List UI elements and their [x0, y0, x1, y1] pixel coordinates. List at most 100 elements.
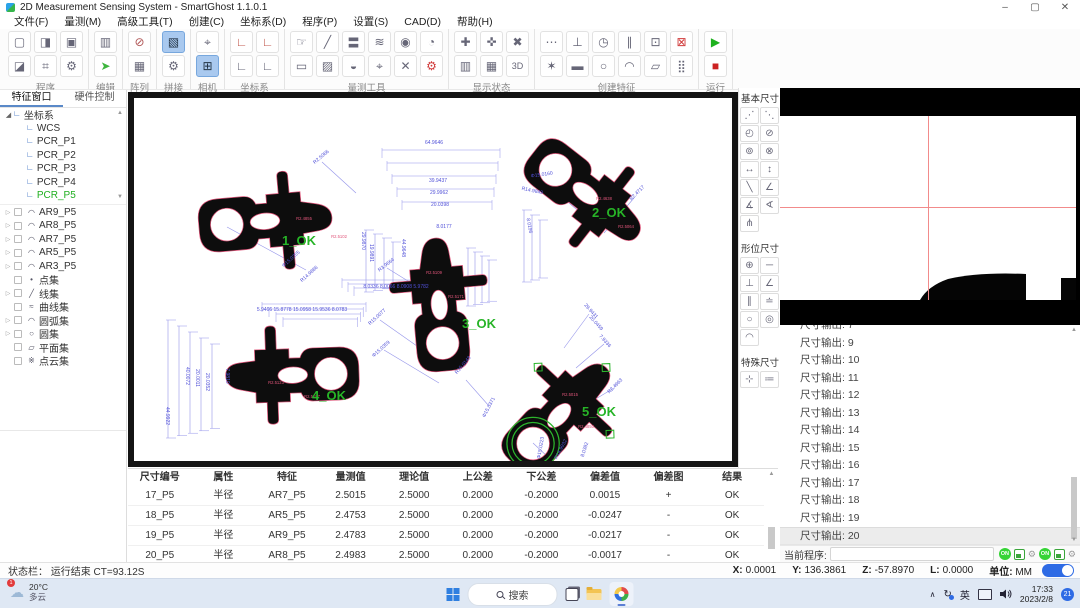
expand-icon[interactable]: ▷ — [4, 249, 12, 256]
menu-item-创建[interactable]: 创建(C) — [181, 15, 233, 29]
maximize-button[interactable]: ▢ — [1020, 0, 1050, 15]
save-program-icon[interactable]: ▣ — [60, 31, 83, 53]
gauge-tool-icon[interactable]: ◒ — [342, 55, 365, 77]
notification-badge[interactable]: 21 — [1061, 588, 1074, 601]
smartghost-taskbar-icon[interactable] — [610, 582, 634, 606]
special-dim-width-icon[interactable]: ⊹ — [740, 371, 759, 388]
tab-feature-window[interactable]: 特征窗口 — [0, 90, 63, 107]
tab-hardware-control[interactable]: 硬件控制 — [63, 90, 126, 107]
program-manager-icon[interactable]: ⚙ — [60, 55, 83, 77]
set-item-点集[interactable]: •点集 — [0, 273, 126, 287]
image-save-icon[interactable] — [1014, 549, 1025, 560]
tree-item-PCR_P1[interactable]: ∟PCR_P1 — [0, 135, 126, 149]
find-center-tool-icon[interactable]: ⌖ — [368, 55, 391, 77]
build-coord-4-icon[interactable]: ∟ — [256, 55, 279, 77]
cad-canvas[interactable]: 64.964639.943729.996220.03988.0177R2.506… — [134, 98, 732, 461]
dim-vertical-icon[interactable]: ↕ — [760, 161, 779, 178]
task-view-button[interactable] — [566, 588, 579, 601]
expand-icon[interactable]: ▷ — [4, 330, 12, 337]
tree-item-WCS[interactable]: ∟WCS — [0, 122, 126, 136]
column-header-上公差[interactable]: 上公差 — [446, 469, 510, 486]
open-program-icon[interactable]: ◨ — [34, 31, 57, 53]
gdt-straightness-icon[interactable]: ─ — [760, 257, 779, 274]
visibility-checkbox[interactable] — [14, 289, 22, 297]
column-header-量测值[interactable]: 量测值 — [319, 469, 383, 486]
array-cancel-icon[interactable]: ⊘ — [128, 31, 151, 53]
scrollbar-thumb[interactable] — [768, 527, 775, 549]
select-region-icon[interactable]: ⌗ — [34, 55, 57, 77]
output-item[interactable]: 尺寸输出: 13 — [780, 405, 1080, 423]
3d-display-icon[interactable]: 3D — [506, 55, 529, 77]
gear-icon-2[interactable]: ⚙ — [1068, 549, 1076, 560]
visibility-checkbox[interactable] — [14, 235, 22, 243]
create-point-series-icon[interactable]: ⋯ — [540, 31, 563, 53]
menu-item-文件[interactable]: 文件(F) — [6, 15, 56, 29]
tree-item-PCR_P4[interactable]: ∟PCR_P4 — [0, 176, 126, 190]
parallel-tool-icon[interactable]: 〓 — [342, 31, 365, 53]
set-item-曲线集[interactable]: ≈曲线集 — [0, 300, 126, 314]
tree-scroll-up-icon[interactable]: ▲ — [117, 110, 123, 116]
create-line-icon[interactable]: ▬ — [566, 55, 589, 77]
tree-item-PCR_P5[interactable]: ∟PCR_P5 — [0, 189, 126, 203]
camera-focus-icon[interactable]: ⌖ — [196, 31, 219, 53]
menu-item-量测[interactable]: 量测(M) — [56, 15, 109, 29]
rect-tool-icon[interactable]: ▭ — [290, 55, 313, 77]
dim-circle-slash-icon[interactable]: ⊘ — [760, 125, 779, 142]
hatch-tool-icon[interactable]: ▨ — [316, 55, 339, 77]
create-pointcloud-icon[interactable]: ⣿ — [670, 55, 693, 77]
taskbar-clock[interactable]: 17:33 2023/2/8 — [1020, 584, 1053, 604]
dim-point-point-icon[interactable]: ⋰ — [740, 107, 759, 124]
tree-item-PCR_P3[interactable]: ∟PCR_P3 — [0, 162, 126, 176]
dim-angle-2-icon[interactable]: ∡ — [740, 197, 759, 214]
create-arc-icon[interactable]: ◠ — [618, 55, 641, 77]
edit-program-icon[interactable]: ◪ — [8, 55, 31, 77]
dim-circle-line-icon[interactable]: ⊚ — [740, 143, 759, 160]
set-item-圆弧集[interactable]: ▷◠圆弧集 — [0, 314, 126, 328]
stitch-settings-icon[interactable]: ⚙ — [162, 55, 185, 77]
menu-item-坐标系[interactable]: 坐标系(D) — [232, 15, 294, 29]
column-header-结果[interactable]: 结果 — [700, 469, 764, 486]
build-coord-1-icon[interactable]: ∟ — [230, 31, 253, 53]
output-item[interactable]: 尺寸输出: 10 — [780, 352, 1080, 370]
close-button[interactable]: ✕ — [1050, 0, 1080, 15]
visibility-checkbox[interactable] — [14, 276, 22, 284]
table-row[interactable]: 18_P5半径AR5_P52.47532.50000.2000-0.2000-0… — [128, 506, 764, 526]
menu-item-高级工具[interactable]: 高级工具(T) — [109, 15, 180, 29]
scroll-up-icon[interactable]: ▲ — [1070, 327, 1078, 333]
column-header-下公差[interactable]: 下公差 — [510, 469, 574, 486]
output-item[interactable]: 尺寸输出: 15 — [780, 440, 1080, 458]
wrench-tool-icon[interactable]: ✕ — [394, 55, 417, 77]
set-item-点云集[interactable]: ※点云集 — [0, 354, 126, 368]
table-row[interactable]: 20_P5半径AR8_P52.49832.50000.2000-0.2000-0… — [128, 546, 764, 562]
visibility-checkbox[interactable] — [14, 330, 22, 338]
create-rect-feature-icon[interactable]: ⊡ — [644, 31, 667, 53]
table-scrollbar[interactable]: ▲ — [767, 471, 776, 561]
output-item[interactable]: 尺寸输出: 7 — [780, 325, 1080, 335]
visibility-checkbox[interactable] — [14, 249, 22, 257]
toggle-on-2[interactable]: ON — [1039, 548, 1051, 560]
dim-pitch-icon[interactable]: ⋔ — [740, 215, 759, 232]
menu-item-帮助[interactable]: 帮助(H) — [449, 15, 501, 29]
set-item-平面集[interactable]: ▱平面集 — [0, 341, 126, 355]
camera-grid-icon[interactable]: ⊞ — [196, 55, 219, 77]
output-item[interactable]: 尺寸输出: 12 — [780, 387, 1080, 405]
output-item[interactable]: 尺寸输出: 14 — [780, 422, 1080, 440]
set-item-AR5_P5[interactable]: ▷◠AR5_P5 — [0, 246, 126, 260]
expand-icon[interactable]: ▷ — [4, 236, 12, 243]
tray-chevron-up-icon[interactable]: ∧ — [930, 590, 936, 599]
create-scan-point-icon[interactable]: ✶ — [540, 55, 563, 77]
visibility-checkbox[interactable] — [14, 303, 22, 311]
output-item[interactable]: 尺寸输出: 9 — [780, 335, 1080, 353]
expand-icon[interactable]: ▷ — [4, 222, 12, 229]
column-header-尺寸编号[interactable]: 尺寸编号 — [128, 469, 192, 486]
tool-settings-icon[interactable]: ⚙ — [420, 55, 443, 77]
line-tool-icon[interactable]: ╱ — [316, 31, 339, 53]
table-row[interactable]: 17_P5半径AR7_P52.50152.50000.2000-0.20000.… — [128, 486, 764, 506]
output-item[interactable]: 尺寸输出: 11 — [780, 370, 1080, 388]
toggle-on-1[interactable]: ON — [999, 548, 1011, 560]
tree-item-PCR_P2[interactable]: ∟PCR_P2 — [0, 149, 126, 163]
image-display-icon[interactable]: ▥ — [454, 55, 477, 77]
visibility-checkbox[interactable] — [14, 208, 22, 216]
pick-tool-icon[interactable]: ☞ — [290, 31, 313, 53]
new-program-icon[interactable]: ▢ — [8, 31, 31, 53]
